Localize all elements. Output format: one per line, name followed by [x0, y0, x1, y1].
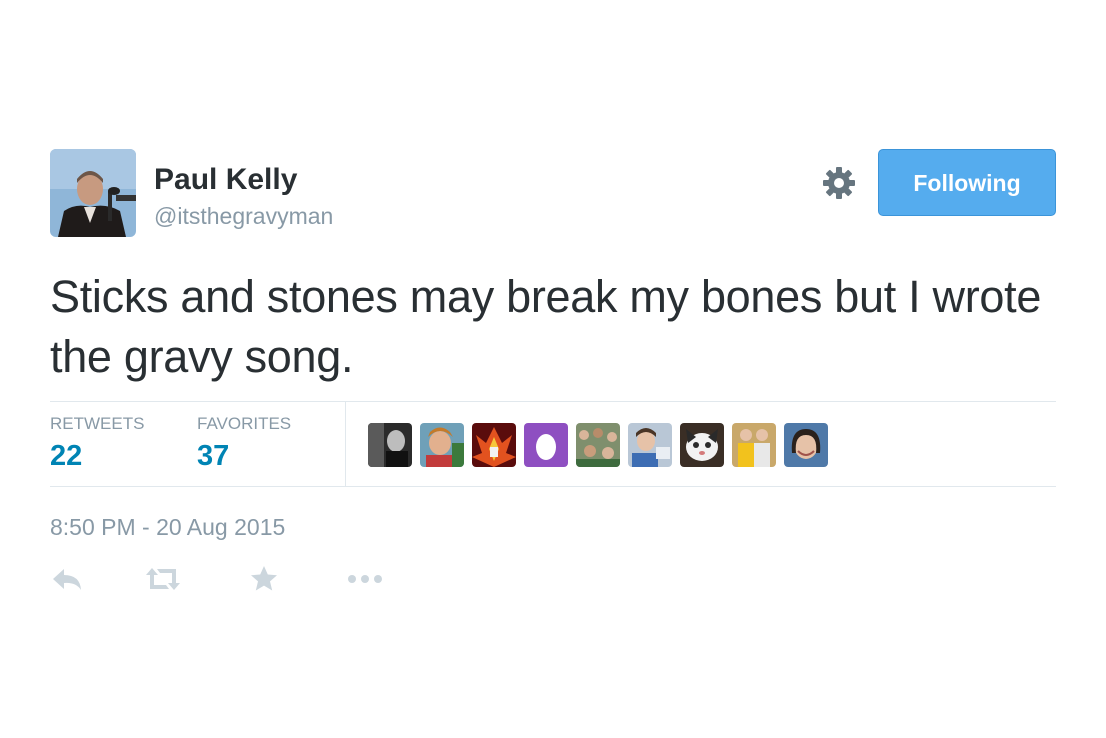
retweets-label: RETWEETS — [50, 414, 145, 433]
tweet-timestamp[interactable]: 8:50 PM - 20 Aug 2015 — [50, 514, 285, 541]
tweet-stats: RETWEETS 22 FAVORITES 37 — [50, 401, 1056, 487]
following-button[interactable]: Following — [878, 149, 1056, 216]
gear-icon[interactable] — [821, 165, 857, 201]
favorite-icon[interactable] — [248, 563, 280, 595]
favorites-count[interactable]: 37 — [197, 440, 229, 473]
favoriter-avatar-4-egg-icon[interactable] — [524, 423, 568, 467]
user-avatar[interactable] — [50, 149, 136, 237]
favoriter-avatar-7[interactable] — [680, 423, 724, 467]
retweets-count[interactable]: 22 — [50, 440, 82, 473]
favoriter-avatar-6[interactable] — [628, 423, 672, 467]
favoriter-avatar-3[interactable] — [472, 423, 516, 467]
user-name[interactable]: Paul Kelly — [154, 163, 297, 197]
user-handle[interactable]: @itsthegravyman — [154, 203, 333, 230]
favoriter-avatar-1[interactable] — [368, 423, 412, 467]
more-icon[interactable] — [346, 563, 384, 595]
reply-icon[interactable] — [50, 563, 84, 595]
retweet-icon[interactable] — [144, 563, 182, 595]
tweet: Paul Kelly @itsthegravyman Following Sti… — [50, 149, 1056, 591]
favoriter-avatar-9[interactable] — [784, 423, 828, 467]
tweet-actions — [50, 563, 450, 599]
stats-divider — [345, 402, 346, 486]
tweet-text: Sticks and stones may break my bones but… — [50, 271, 1042, 382]
favorites-label: FAVORITES — [197, 414, 292, 433]
favoriter-avatar-5[interactable] — [576, 423, 620, 467]
tweet-header: Paul Kelly @itsthegravyman Following — [50, 149, 1056, 239]
favoriter-avatar-2[interactable] — [420, 423, 464, 467]
favoriter-avatar-8[interactable] — [732, 423, 776, 467]
